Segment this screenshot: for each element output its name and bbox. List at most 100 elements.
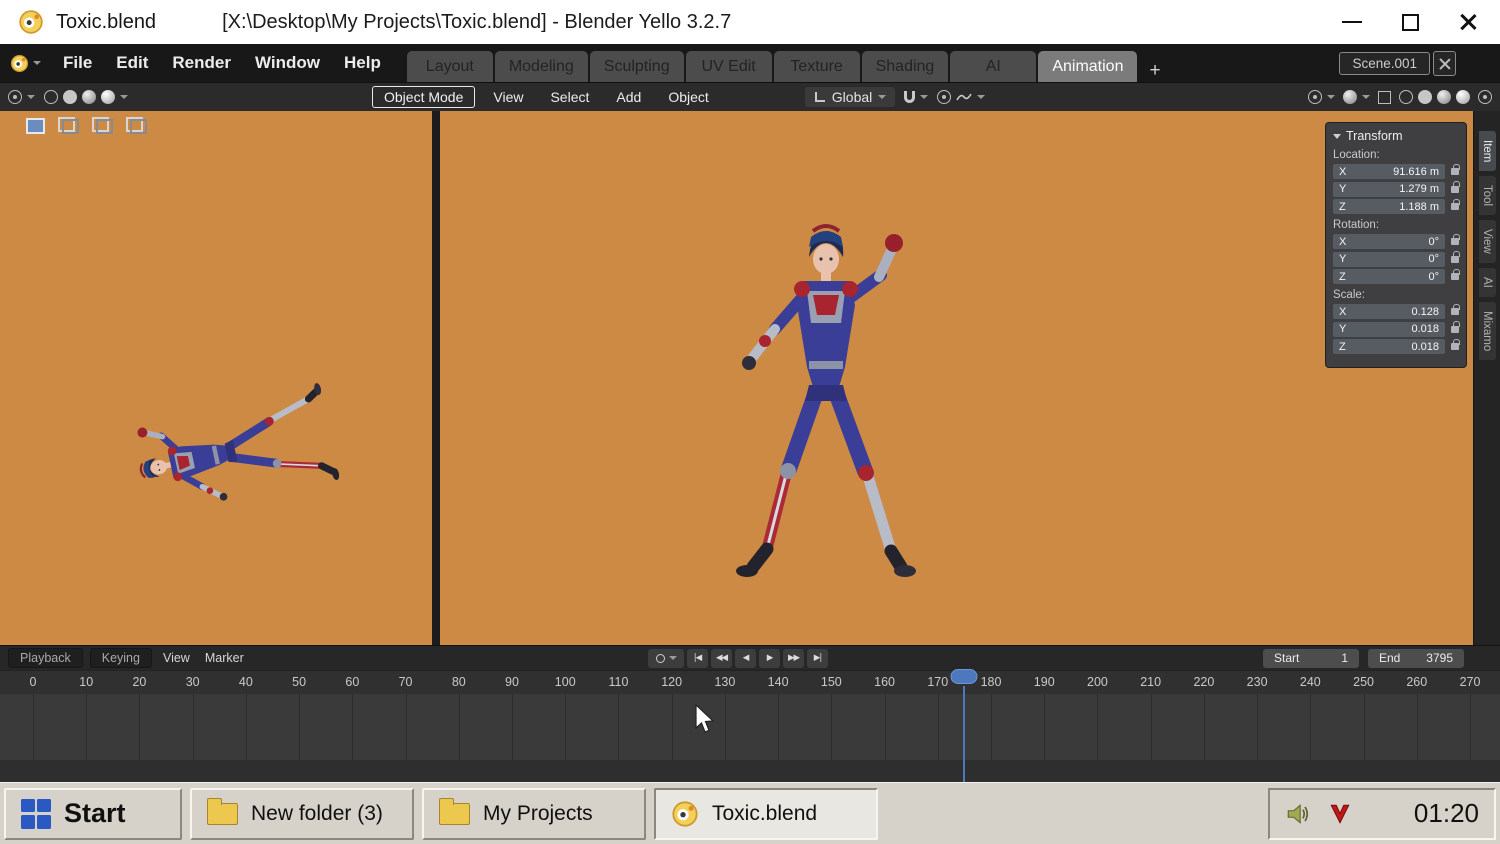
viewport-menu-select[interactable]: Select: [541, 89, 598, 105]
viewport-layout-icon-3[interactable]: [92, 117, 113, 134]
lock-icon[interactable]: [1451, 198, 1460, 210]
lock-icon[interactable]: [1451, 268, 1460, 280]
rotation-z-field[interactable]: Z 0°: [1333, 269, 1445, 284]
viewport-menu-add[interactable]: Add: [607, 89, 650, 105]
shading-rendered-icon[interactable]: [1456, 90, 1470, 104]
antivirus-arrow-icon[interactable]: [1327, 801, 1353, 827]
gizmo-icon[interactable]: [1308, 90, 1322, 104]
shading-rendered-icon[interactable]: [101, 90, 115, 104]
shading-solid-icon[interactable]: [63, 90, 77, 104]
lock-icon[interactable]: [1451, 233, 1460, 245]
start-button[interactable]: Start: [4, 787, 182, 840]
timeline-grid[interactable]: [0, 694, 1500, 782]
jump-to-start-button[interactable]: |◀: [687, 648, 708, 668]
volume-icon[interactable]: [1285, 801, 1311, 827]
workspace-tab-texture[interactable]: Texture: [773, 51, 860, 82]
keying-menu[interactable]: Keying: [89, 648, 152, 668]
previous-keyframe-button[interactable]: ◀◀: [711, 648, 732, 668]
workspace-tab-ai[interactable]: AI: [950, 51, 1037, 82]
rotation-y-field[interactable]: Y 0°: [1333, 251, 1445, 267]
workspace-tab-layout[interactable]: Layout: [406, 51, 493, 82]
lock-icon[interactable]: [1451, 321, 1460, 333]
sidebar-tab-view[interactable]: View: [1478, 220, 1496, 264]
play-reverse-button[interactable]: ◀: [735, 648, 756, 668]
lock-icon[interactable]: [1451, 303, 1460, 315]
overlays-icon[interactable]: [1343, 90, 1357, 104]
viewport-menu-object[interactable]: Object: [659, 89, 717, 105]
menu-file[interactable]: File: [51, 53, 104, 73]
transform-panel-header[interactable]: Transform: [1333, 129, 1459, 143]
minimize-button[interactable]: [1338, 8, 1366, 36]
playhead-handle[interactable]: [950, 669, 978, 684]
timeline-marker-menu[interactable]: Marker: [201, 651, 248, 665]
scale-x-field[interactable]: X 0.128: [1333, 304, 1445, 319]
scale-z-field[interactable]: Z 0.018: [1333, 339, 1445, 354]
proportional-edit-icon[interactable]: [937, 90, 952, 104]
viewport-layout-icon-2[interactable]: [58, 117, 79, 134]
taskbar-item-toxic-blend[interactable]: Toxic.blend: [654, 787, 878, 840]
workspace-tab-shading[interactable]: Shading: [861, 51, 949, 82]
workspace-tab-uv-edit[interactable]: UV Edit: [685, 51, 772, 82]
viewport-divider[interactable]: [432, 111, 440, 645]
rotation-x-field[interactable]: X 0°: [1333, 234, 1445, 249]
playback-menu[interactable]: Playback: [8, 648, 83, 668]
snap-magnet-icon[interactable]: [904, 91, 916, 103]
playhead[interactable]: [963, 686, 966, 782]
lock-icon[interactable]: [1451, 338, 1460, 350]
location-x-field[interactable]: X 91.616 m: [1333, 164, 1445, 179]
render-preview-icon[interactable]: [1478, 90, 1492, 104]
falloff-curve-icon[interactable]: [956, 92, 972, 102]
frame-start-field[interactable]: Start 1: [1263, 648, 1359, 668]
ruler-frame-label: 20: [132, 675, 147, 689]
maximize-button[interactable]: [1396, 8, 1424, 36]
scene-name-field[interactable]: Scene.001: [1339, 51, 1430, 75]
play-button[interactable]: ▶: [759, 648, 780, 668]
lock-icon[interactable]: [1451, 163, 1460, 175]
sidebar-tab-item[interactable]: Item: [1478, 131, 1496, 172]
location-y-field[interactable]: Y 1.279 m: [1333, 181, 1445, 197]
menu-render[interactable]: Render: [160, 53, 243, 73]
lock-icon[interactable]: [1451, 181, 1460, 193]
close-button[interactable]: [1454, 8, 1482, 36]
location-z-field[interactable]: Z 1.188 m: [1333, 199, 1445, 214]
viewport-right[interactable]: Transform Location: X 91.616 m Y 1.279 m: [440, 111, 1473, 645]
jump-to-end-button[interactable]: ▶|: [807, 648, 828, 668]
shading-material-icon[interactable]: [1437, 90, 1451, 104]
lock-icon[interactable]: [1451, 251, 1460, 263]
next-keyframe-button[interactable]: ▶▶: [783, 648, 804, 668]
shading-wireframe-icon[interactable]: [1399, 90, 1413, 104]
viewport-layout-icon-active[interactable]: [26, 117, 45, 134]
menu-window[interactable]: Window: [243, 53, 332, 73]
blender-logo-icon: [10, 54, 29, 73]
workspace-tab-sculpting[interactable]: Sculpting: [589, 51, 684, 82]
menu-help[interactable]: Help: [332, 53, 393, 73]
scale-y-field[interactable]: Y 0.018: [1333, 321, 1445, 337]
viewport-layout-icon-4[interactable]: [126, 117, 147, 134]
transform-orientation-select[interactable]: Global: [804, 87, 896, 107]
viewport-menu-view[interactable]: View: [484, 89, 532, 105]
taskbar-item-my-projects[interactable]: My Projects: [422, 787, 646, 840]
sidebar-tab-tool[interactable]: Tool: [1478, 176, 1496, 216]
object-mode-select[interactable]: Object Mode: [372, 86, 476, 108]
workspace-tab-modeling[interactable]: Modeling: [494, 51, 588, 82]
workspace-tab-animation[interactable]: Animation: [1038, 51, 1138, 82]
frame-end-field[interactable]: End 3795: [1368, 648, 1464, 668]
viewport-left[interactable]: [0, 111, 432, 645]
sidebar-tab-ai[interactable]: AI: [1478, 268, 1496, 298]
auto-keying-button[interactable]: [648, 648, 684, 668]
timeline-ruler[interactable]: 0 10 20 30 40 50 60 70 80 90 100 110 120 130 140 150 160…: [0, 670, 1500, 694]
menu-edit[interactable]: Edit: [104, 53, 160, 73]
add-workspace-button[interactable]: +: [1139, 60, 1170, 82]
character-falling[interactable]: [121, 353, 382, 542]
scene-unlink-button[interactable]: [1433, 50, 1456, 76]
character-standing[interactable]: [695, 217, 955, 645]
shading-wireframe-icon[interactable]: [44, 90, 58, 104]
xray-toggle-icon[interactable]: [1378, 90, 1391, 104]
editor-type-button[interactable]: [8, 90, 35, 104]
shading-solid-icon[interactable]: [1418, 90, 1432, 104]
sidebar-tab-mixamo[interactable]: Mixamo: [1478, 302, 1496, 361]
timeline-view-menu[interactable]: View: [159, 651, 194, 665]
shading-material-icon[interactable]: [82, 90, 96, 104]
taskbar-item-new-folder[interactable]: New folder (3): [190, 787, 414, 840]
blender-menu-button[interactable]: [10, 54, 41, 73]
